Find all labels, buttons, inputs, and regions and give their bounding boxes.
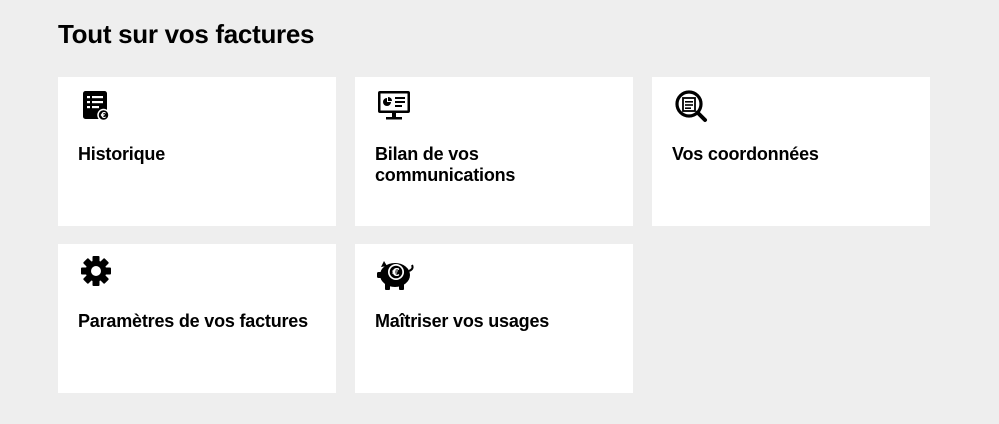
piggy-bank-euro-icon: €	[375, 253, 415, 293]
card-parametres-factures[interactable]: Paramètres de vos factures	[58, 244, 336, 393]
card-label: Historique	[78, 144, 166, 164]
card-bilan-communications[interactable]: Bilan de vos communications	[355, 77, 633, 226]
search-document-icon	[672, 86, 712, 126]
gear-icon	[78, 253, 118, 293]
card-label: Maîtriser vos usages	[375, 311, 550, 331]
page-title: Tout sur vos factures	[58, 19, 315, 49]
card-label: Paramètres de vos factures	[78, 311, 308, 331]
card-maitriser-usages[interactable]: € Maîtriser vos usages	[355, 244, 633, 393]
card-vos-coordonnees[interactable]: Vos coordonnées	[652, 77, 930, 226]
card-label: Vos coordonnées	[672, 144, 819, 164]
svg-text:€: €	[391, 266, 400, 279]
page: Tout sur vos factures € Historique Bilan…	[0, 0, 999, 424]
card-label: Bilan de vos communications	[375, 144, 516, 185]
card-historique[interactable]: € Historique	[58, 77, 336, 226]
monitor-report-icon	[375, 86, 415, 126]
invoice-history-icon: €	[78, 86, 118, 126]
svg-text:€: €	[100, 111, 106, 120]
